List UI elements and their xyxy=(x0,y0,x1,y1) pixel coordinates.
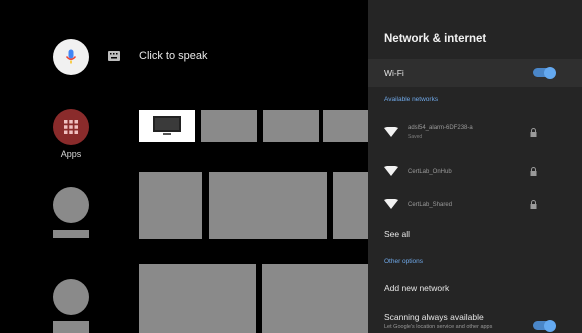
channel-label-placeholder xyxy=(53,230,89,238)
network-name: CertLab_Shared xyxy=(408,202,453,208)
other-options-header: Other options xyxy=(384,258,424,265)
lock-icon xyxy=(530,167,537,176)
wifi-signal-icon xyxy=(384,199,398,209)
network-name: CertLab_OnHub xyxy=(408,169,452,175)
wifi-label: Wi-Fi xyxy=(384,68,404,78)
network-settings-panel: Network & internet Wi-Fi Available netwo… xyxy=(368,0,582,333)
lock-icon xyxy=(530,200,537,209)
channel-avatar[interactable] xyxy=(53,279,89,315)
apps-grid-icon xyxy=(64,120,78,134)
click-to-speak-label[interactable]: Click to speak xyxy=(139,50,207,62)
network-item[interactable]: adsl54_alarm-6DF238-a Saved xyxy=(368,118,582,146)
channel-label-placeholder xyxy=(53,321,89,333)
apps-button[interactable] xyxy=(53,109,89,145)
content-card[interactable] xyxy=(333,172,368,239)
scanning-switch[interactable] xyxy=(533,319,556,332)
wifi-switch-knob xyxy=(544,66,556,79)
lock-icon xyxy=(530,128,537,137)
app-tile[interactable] xyxy=(323,110,368,142)
content-card[interactable] xyxy=(139,172,202,239)
network-item[interactable]: CertLab_Shared xyxy=(368,190,582,218)
voice-search-button[interactable] xyxy=(53,39,89,75)
available-networks-header: Available networks xyxy=(384,96,439,103)
app-tile[interactable] xyxy=(263,110,319,142)
scanning-switch-knob xyxy=(544,319,556,332)
scanning-always-available-item[interactable]: Scanning always available xyxy=(384,312,484,322)
panel-title: Network & internet xyxy=(384,33,487,45)
network-status: Saved xyxy=(408,134,423,140)
app-tile[interactable] xyxy=(201,110,257,142)
network-item[interactable]: CertLab_OnHub xyxy=(368,157,582,185)
see-all-button[interactable]: See all xyxy=(384,229,410,239)
tv-icon xyxy=(153,116,181,135)
wifi-toggle-row[interactable]: Wi-Fi xyxy=(368,59,582,87)
microphone-icon xyxy=(65,49,77,64)
scanning-description: Let Google's location service and other … xyxy=(384,324,493,330)
add-new-network-button[interactable]: Add new network xyxy=(384,283,449,293)
wifi-signal-icon xyxy=(384,166,398,176)
content-card[interactable] xyxy=(209,172,327,239)
content-card[interactable] xyxy=(139,264,256,333)
channel-avatar[interactable] xyxy=(53,187,89,223)
apps-label: Apps xyxy=(60,149,82,159)
home-screen: Click to speak Apps xyxy=(0,0,368,333)
network-name: adsl54_alarm-6DF238-a xyxy=(408,125,473,131)
content-card[interactable] xyxy=(262,264,368,333)
keyboard-icon[interactable] xyxy=(108,51,120,61)
wifi-switch[interactable] xyxy=(533,66,556,79)
tv-app-tile[interactable] xyxy=(139,110,195,142)
wifi-signal-icon xyxy=(384,127,398,137)
